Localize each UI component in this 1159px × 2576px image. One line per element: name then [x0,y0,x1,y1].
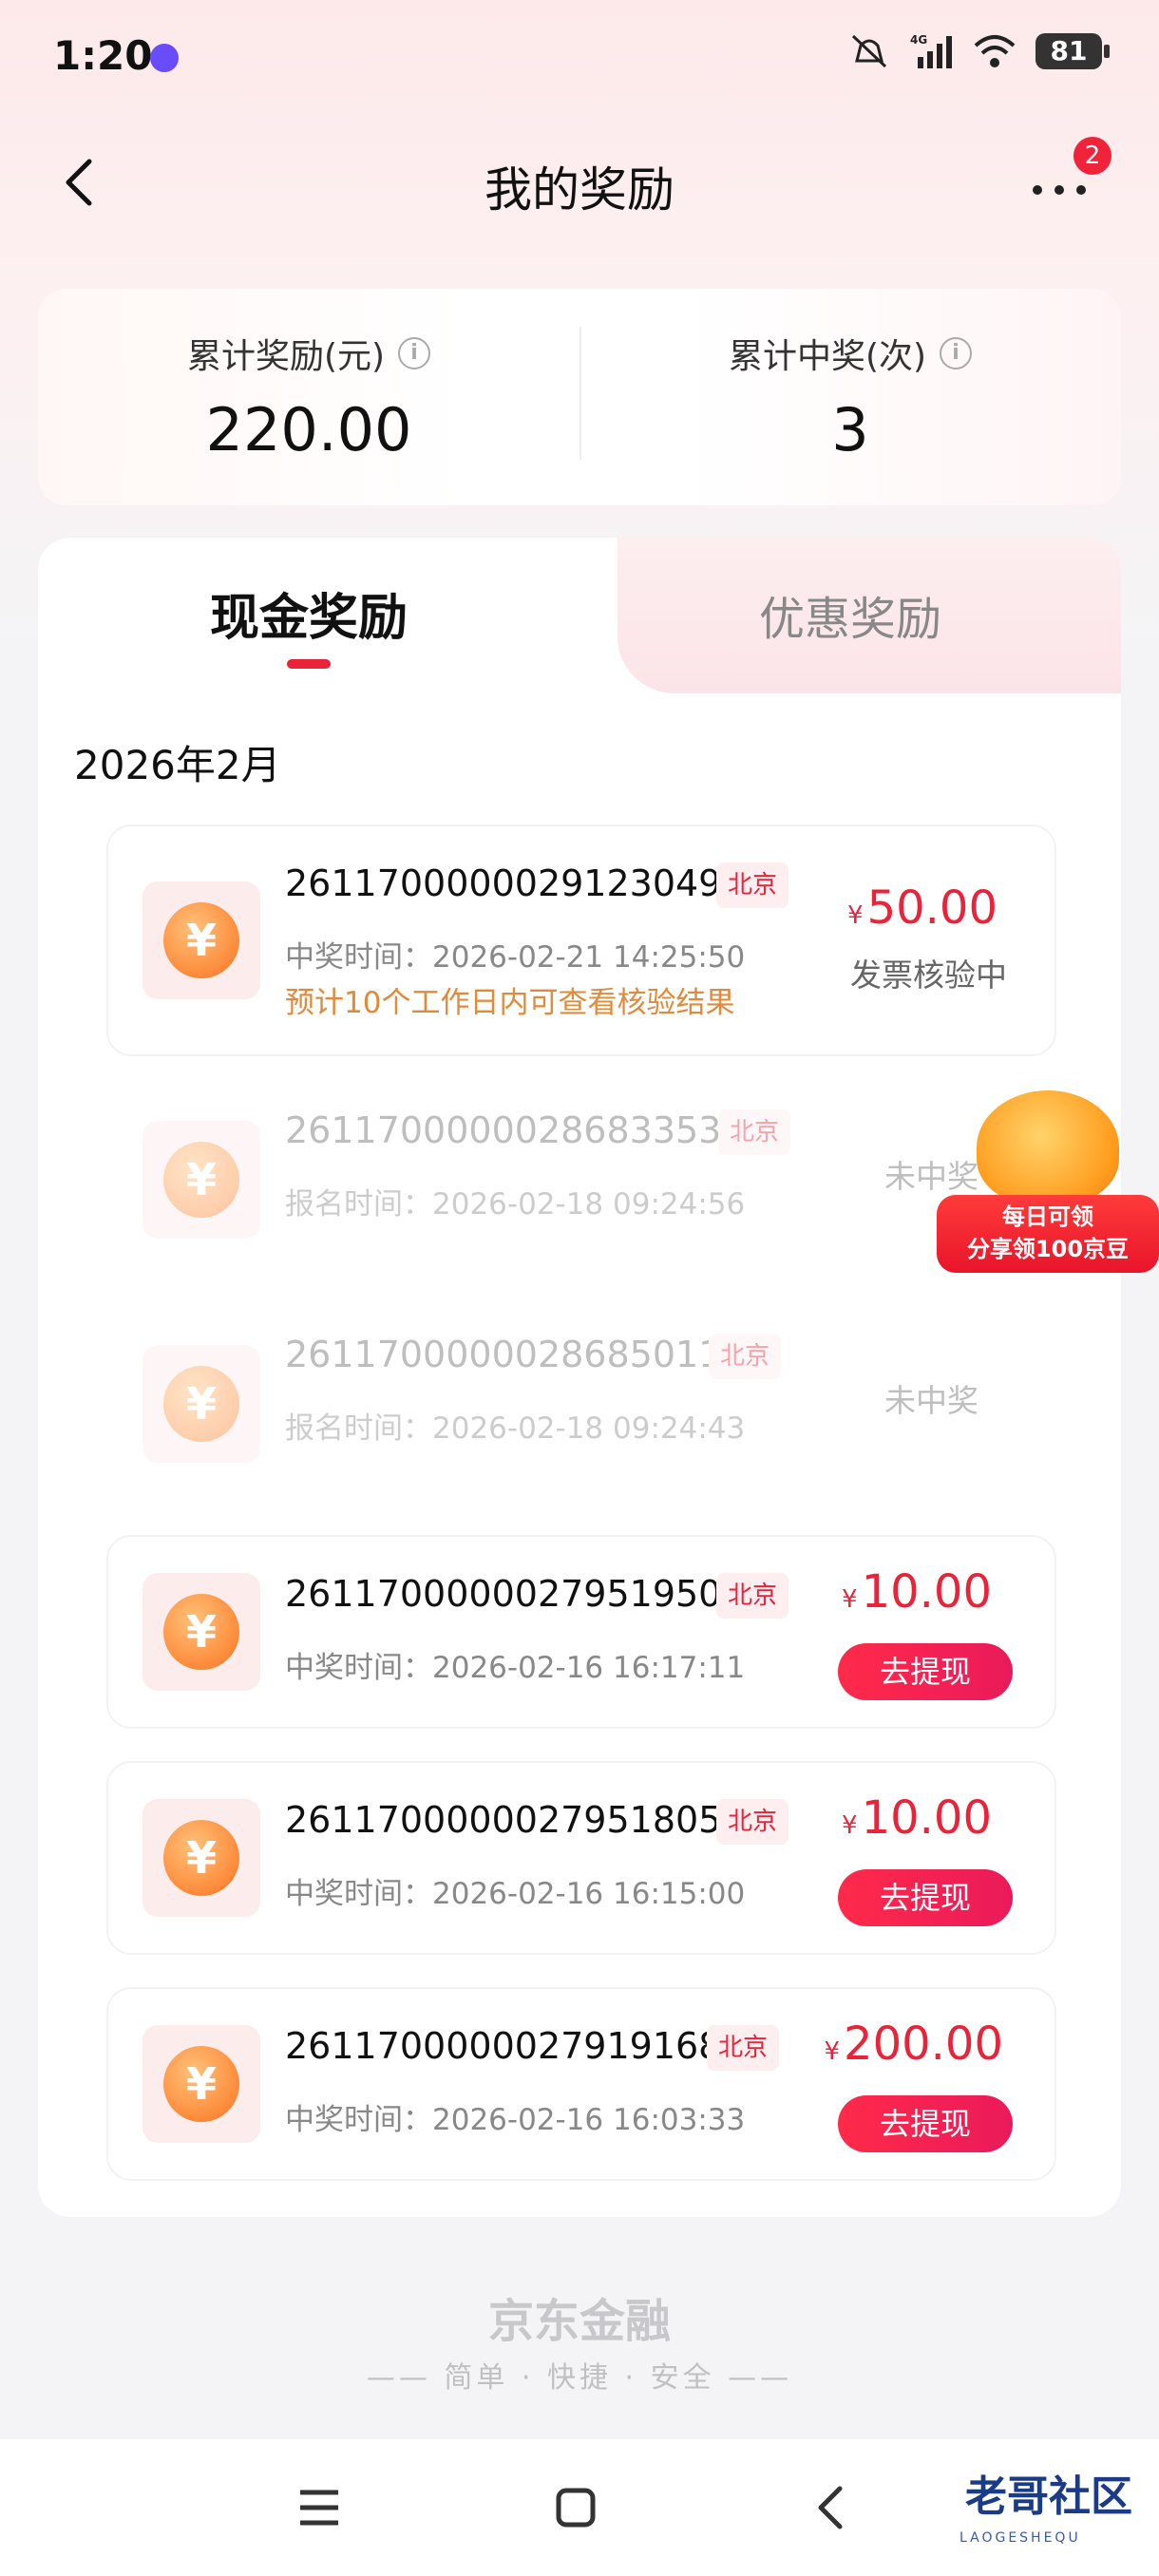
order-number: 26117000000279518059 [285,1799,745,1841]
city-tag: 北京 [716,1799,789,1845]
svg-text:4G: 4G [910,33,927,47]
total-reward-value: 220.00 [205,395,412,464]
reward-record[interactable]: ¥ 26117000000286850115 北京 报名时间：2026-02-1… [106,1309,1056,1503]
city-tag: 北京 [716,1573,789,1619]
reward-record[interactable]: ¥ 26117000000291230495 北京 中奖时间：2026-02-2… [106,824,1056,1056]
reward-summary-card: 累计奖励(元) i 220.00 累计中奖(次) i 3 [38,289,1121,505]
order-number: 26117000000291230495 [285,862,745,904]
city-tag: 北京 [716,862,789,908]
total-wins-label: 累计中奖(次) [728,337,927,376]
record-time: 报名时间：2026-02-18 09:24:43 [285,1411,746,1446]
record-status: 未中奖 [884,1382,978,1419]
rewards-list-card: 现金奖励 优惠奖励 2026年2月 ¥ 26117000000291230495… [38,538,1121,2217]
jd-bean-promo-float[interactable]: 每日可领 分享领100京豆 [937,1090,1159,1280]
page-title: 我的奖励 [484,162,674,218]
reward-amount: ¥50.00 [847,881,998,935]
total-wins-section: 累计中奖(次) i 3 [580,289,1121,505]
yuan-coin-icon: ¥ [163,1366,239,1442]
promo-line2: 分享领100京豆 [966,1236,1130,1262]
status-icons: 4G 81 [847,32,1110,70]
coin-icon-box: ¥ [142,1345,260,1463]
reward-amount: ¥10.00 [842,1565,992,1619]
battery-icon: 81 [1036,33,1110,69]
order-number: 26117000000286833535 [285,1109,745,1151]
coin-icon-box: ¥ [142,881,260,999]
notification-badge: 2 [1074,137,1112,175]
brand-logo-text: 京东金融 [487,2295,671,2348]
record-time: 中奖时间：2026-02-16 16:03:33 [285,2103,746,2137]
status-time: 1:20 [53,32,153,79]
reward-amount: ¥200.00 [824,2017,1004,2071]
order-number: 26117000000279191688 [285,2025,745,2067]
month-header: 2026年2月 [74,742,281,788]
coin-icon-box: ¥ [142,1121,260,1239]
order-number: 26117000000279519504 [285,1573,745,1615]
yuan-coin-icon: ¥ [163,1142,239,1218]
watermark-subtext: LAOGESHEQU [960,2530,1081,2546]
wifi-icon [974,35,1016,67]
yuan-coin-icon: ¥ [163,1594,239,1670]
qq-notification-icon [150,44,179,72]
home-icon[interactable] [547,2479,604,2536]
money-bag-icon [977,1090,1119,1204]
promo-line1: 每日可领 [1002,1203,1093,1230]
record-time: 中奖时间：2026-02-16 16:17:11 [285,1651,746,1685]
city-tag: 北京 [718,1109,791,1155]
coin-icon-box: ¥ [142,2025,260,2143]
record-time: 中奖时间：2026-02-16 16:15:00 [285,1877,746,1911]
nav-bar: 我的奖励 2 [0,133,1159,228]
reward-record[interactable]: ¥ 26117000000279191688 北京 中奖时间：2026-02-1… [106,1987,1056,2181]
record-status: 发票核验中 [850,957,1007,994]
withdraw-button[interactable]: 去提现 [838,1869,1013,1926]
promo-banner: 每日可领 分享领100京豆 [937,1195,1159,1273]
tab-cash-rewards[interactable]: 现金奖励 [38,578,580,649]
yuan-coin-icon: ¥ [163,1820,239,1896]
back-icon[interactable] [804,2479,861,2536]
record-time: 报名时间：2026-02-18 09:24:56 [285,1187,746,1222]
total-reward-label: 累计奖励(元) [186,337,386,376]
verification-note: 预计10个工作日内可查看核验结果 [285,986,735,1020]
yuan-coin-icon: ¥ [163,902,239,978]
tab-coupon-rewards[interactable]: 优惠奖励 [580,581,1121,648]
reward-record[interactable]: ¥ 26117000000279518059 北京 中奖时间：2026-02-1… [106,1761,1056,1955]
city-tag: 北京 [707,2025,780,2071]
brand-slogan: —— 简单 · 快捷 · 安全 —— [366,2361,793,2395]
total-reward-section: 累计奖励(元) i 220.00 [38,289,580,505]
info-icon[interactable]: i [940,337,973,369]
status-bar: 1:20 4G 81 [0,0,1159,114]
menu-icon[interactable] [291,2479,348,2536]
reward-record[interactable]: ¥ 26117000000286833535 北京 报名时间：2026-02-1… [106,1085,1056,1279]
mute-icon [851,34,887,68]
tab-bar: 现金奖励 优惠奖励 [38,538,1121,693]
coin-icon-box: ¥ [142,1799,260,1917]
reward-record[interactable]: ¥ 26117000000279519504 北京 中奖时间：2026-02-1… [106,1535,1056,1729]
active-tab-indicator [287,659,331,669]
withdraw-button[interactable]: 去提现 [838,2095,1013,2152]
order-number: 26117000000286850115 [285,1334,745,1375]
city-tag: 北京 [709,1334,782,1379]
coin-icon-box: ¥ [142,1573,260,1691]
total-wins-value: 3 [831,395,869,464]
yuan-coin-icon: ¥ [163,2046,239,2122]
record-time: 中奖时间：2026-02-21 14:25:50 [285,940,746,975]
reward-amount: ¥10.00 [842,1791,992,1845]
4g-signal-icon: 4G [910,33,952,68]
withdraw-button[interactable]: 去提现 [838,1643,1013,1700]
info-icon[interactable]: i [398,337,431,369]
